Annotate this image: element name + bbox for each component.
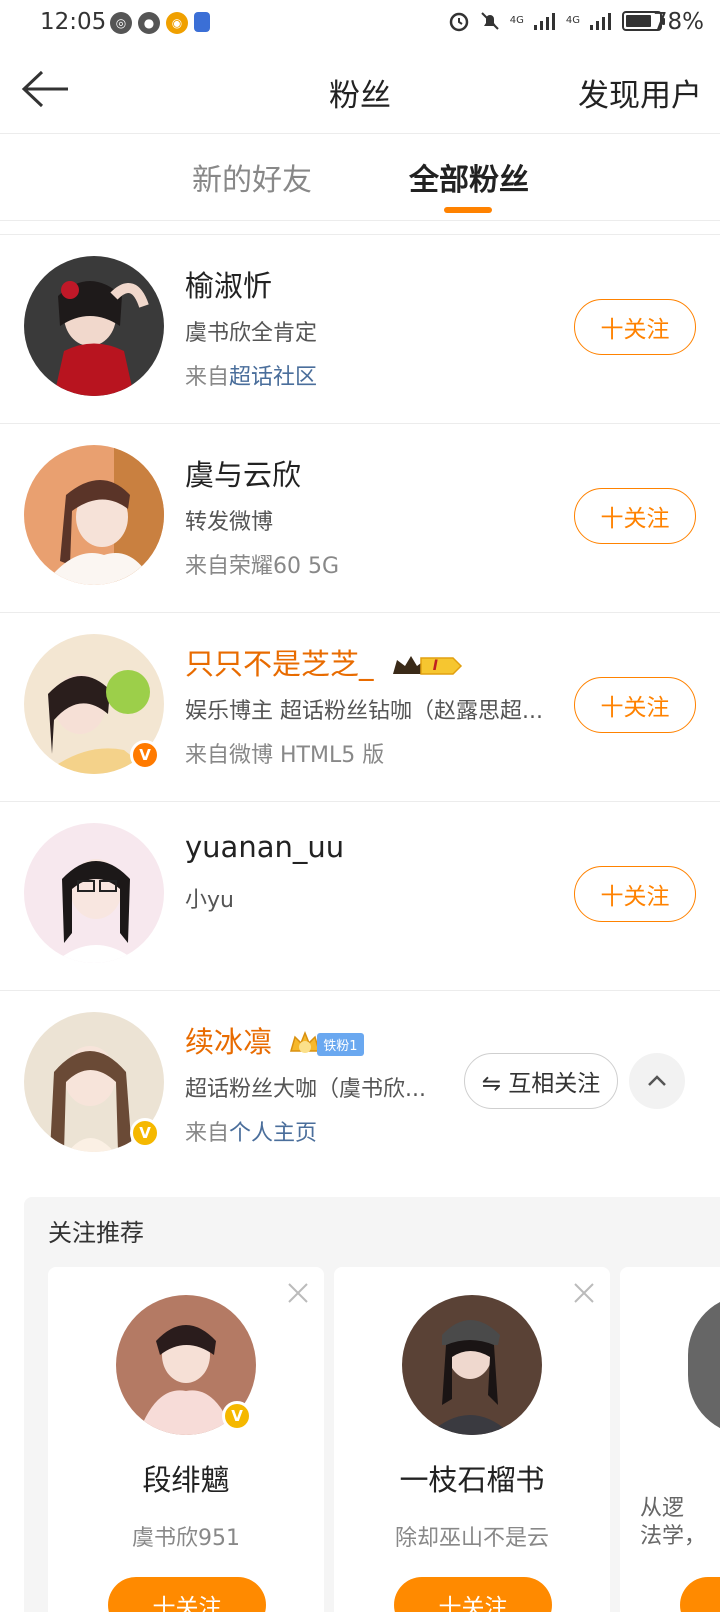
recommend-title: 关注推荐 [48, 1219, 144, 1247]
recommend-description: 从逻 法学， [640, 1495, 706, 1551]
recommend-name[interactable]: 一枝石榴书 [334, 1457, 610, 1499]
avatar[interactable] [688, 1295, 720, 1435]
fan-source: 来自荣耀60 5G [185, 548, 339, 580]
avatar-image [24, 256, 164, 396]
fan-name-text: 只只不是芝芝_ [185, 647, 374, 681]
follow-button[interactable]: 十关注 [574, 488, 696, 544]
close-icon[interactable] [572, 1281, 596, 1305]
nav-bar: 粉丝 发现用户 [0, 52, 720, 134]
avatar-image [402, 1295, 542, 1435]
fan-name[interactable]: 虞与云欣 [185, 452, 301, 494]
verified-badge-icon: V [130, 1118, 160, 1148]
active-tab-indicator [444, 207, 492, 213]
tab-all-fans[interactable]: 全部粉丝 [409, 155, 529, 199]
verified-badge-icon: V [222, 1401, 252, 1431]
tab-bar: 新的好友 全部粉丝 [0, 135, 720, 221]
signal-icon [590, 13, 611, 30]
fan-description: 虞书欣全肯定 [185, 321, 318, 346]
follow-button[interactable]: 十关注 [574, 299, 696, 355]
list-item[interactable]: V 只只不是芝芝_ I 娱乐博主 超话粉丝钻咖（赵露思超... 来自微博 HTM… [0, 613, 720, 802]
follow-button[interactable]: 十关注 [574, 677, 696, 733]
battery-percent: 78% [652, 9, 704, 35]
recommend-card[interactable]: 一枝石榴书 除却巫山不是云 十关注 [334, 1267, 610, 1612]
follow-button[interactable]: 十关注 [108, 1577, 266, 1612]
network-label-1: 4G [509, 15, 524, 26]
collapse-button[interactable] [629, 1053, 685, 1109]
shield-icon [194, 12, 210, 32]
avatar-image [24, 823, 164, 963]
discover-users-button[interactable]: 发现用户 [578, 70, 702, 115]
status-left-icons: ◎ ● ◉ [110, 12, 210, 34]
fan-source: 来自超话社区 [185, 359, 317, 391]
chevron-up-icon [648, 1075, 666, 1086]
fan-description: 超话粉丝大咖（虞书欣... [185, 1077, 426, 1102]
source-prefix: 来自 [185, 365, 230, 390]
vip-crown-icon: I [391, 652, 468, 680]
speed-icon: ◎ [110, 12, 132, 34]
fan-source: 来自个人主页 [185, 1115, 317, 1147]
recommend-card[interactable]: V 段绯魑 虞书欣951 十关注 [48, 1267, 324, 1612]
mute-icon [481, 12, 499, 30]
source-prefix: 来自荣耀60 5G [185, 554, 340, 579]
fan-name[interactable]: 榆淑忻 [185, 263, 272, 305]
avatar[interactable]: V [116, 1295, 256, 1435]
mutual-follow-button[interactable]: ⇋ 互相关注 [464, 1053, 618, 1109]
source-prefix: 来自微博 HTML5 版 [185, 743, 385, 768]
recommend-desc-line-1: 从逻 [640, 1496, 685, 1521]
avatar[interactable] [24, 823, 164, 963]
avatar[interactable] [402, 1295, 542, 1435]
battery-fill [626, 15, 651, 27]
tab-new-friends[interactable]: 新的好友 [192, 155, 312, 199]
recommend-card[interactable]: 从逻 法学， [620, 1267, 720, 1612]
list-item[interactable]: 虞与云欣 转发微博 来自荣耀60 5G 十关注 [0, 424, 720, 613]
source-link[interactable]: 超话社区 [229, 365, 317, 390]
fan-description: 转发微博 [185, 510, 274, 535]
recommend-desc-line-2: 法学， [640, 1524, 707, 1549]
close-icon[interactable] [286, 1281, 310, 1305]
fan-list: 榆淑忻 虞书欣全肯定 来自超话社区 十关注 虞与云欣 转发微博 来自荣耀60 5… [0, 234, 720, 1176]
wechat-icon: ● [138, 12, 160, 34]
network-label-2: 4G [565, 15, 580, 26]
recommend-description: 虞书欣951 [132, 1526, 240, 1551]
back-arrow-icon [21, 70, 68, 108]
fan-description: 娱乐博主 超话粉丝钻咖（赵露思超... [185, 699, 543, 724]
recommend-name[interactable]: 段绯魑 [48, 1457, 324, 1499]
avatar[interactable]: V [24, 634, 164, 774]
signal-icon [533, 13, 555, 30]
fan-name[interactable]: yuanan_uu [185, 830, 344, 864]
list-item[interactable]: 榆淑忻 虞书欣全肯定 来自超话社区 十关注 [0, 235, 720, 424]
fan-name[interactable]: 只只不是芝芝_ I [185, 641, 468, 683]
list-item[interactable]: V 续冰凛 铁粉1 超话粉丝大咖（虞书欣... 来自个人主页 ⇋ 互相关注 [0, 991, 720, 1176]
follow-button[interactable]: 十关注 [574, 866, 696, 922]
source-link[interactable]: 个人主页 [229, 1121, 317, 1146]
follow-button[interactable]: 十关注 [394, 1577, 552, 1612]
list-item[interactable]: yuanan_uu 小yu 十关注 [0, 802, 720, 991]
status-right-icons: 4G 4G [448, 10, 665, 32]
follow-button[interactable] [680, 1577, 720, 1612]
fan-source: 来自微博 HTML5 版 [185, 737, 384, 769]
avatar[interactable] [24, 445, 164, 585]
fan-name[interactable]: 续冰凛 铁粉1 [185, 1019, 364, 1061]
source-prefix: 来自 [185, 1121, 230, 1146]
iron-fan-badge-icon: 铁粉1 [287, 1029, 364, 1059]
recommend-section: 关注推荐 V 段绯魑 虞书欣951 十关注 一枝石榴书 除却巫山不是云 十关注 … [24, 1197, 720, 1612]
back-button[interactable] [20, 66, 72, 112]
recommend-description: 除却巫山不是云 [394, 1526, 549, 1551]
weibo-icon: ◉ [166, 12, 188, 34]
avatar[interactable] [24, 256, 164, 396]
avatar-image [24, 445, 164, 585]
iron-fan-label: 铁粉1 [317, 1032, 364, 1056]
fan-name-text: 续冰凛 [185, 1025, 273, 1059]
vip-level: I [432, 658, 438, 674]
status-bar: 12:05 ◎ ● ◉ 4G 4G 78% [0, 0, 720, 50]
fan-description: 小yu [185, 888, 234, 913]
alarm-icon [449, 12, 468, 32]
status-time: 12:05 [40, 9, 107, 35]
verified-badge-icon: V [130, 740, 160, 770]
avatar[interactable]: V [24, 1012, 164, 1152]
